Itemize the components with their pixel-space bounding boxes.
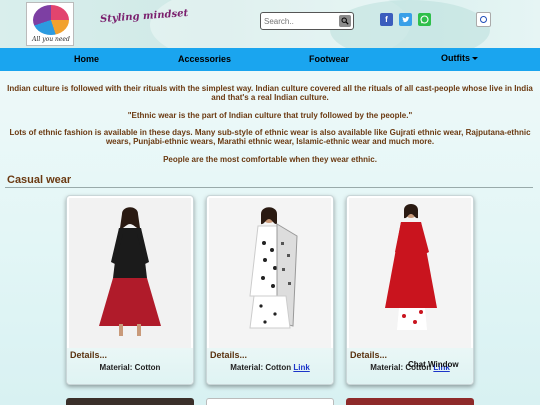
details-link[interactable]: Details...: [210, 350, 247, 360]
product-card[interactable]: Details... Material: Cotton Link: [346, 195, 474, 385]
site-logo[interactable]: All you need: [26, 2, 74, 46]
card-material: Material: Cotton: [67, 363, 193, 372]
product-image[interactable]: [69, 198, 191, 348]
section-title: Casual wear: [7, 174, 72, 186]
nav-outfits-label: Outfits: [441, 53, 470, 63]
chevron-down-icon: [472, 57, 478, 61]
intro-paragraph: People are the most comfortable when the…: [163, 155, 377, 164]
product-link[interactable]: Link: [293, 363, 309, 372]
card-footer: Details... Material: Cotton Link: [207, 348, 333, 384]
product-card[interactable]: Details... Material: Cotton: [66, 195, 194, 385]
intro-paragraph: Lots of ethnic fashion is available in t…: [9, 128, 531, 146]
product-card[interactable]: Details... Material: Cotton Link: [206, 195, 334, 385]
main-content: Indian culture is followed with their ri…: [0, 71, 540, 405]
card-material: Material: Cotton Link: [207, 363, 333, 372]
main-nav: Home Accessories Footwear Outfits: [0, 48, 540, 71]
product-card[interactable]: [66, 398, 194, 405]
material-text: Material: Cotton: [230, 363, 292, 372]
product-card[interactable]: [206, 398, 334, 405]
site-header: All you need Styling mindset f: [0, 0, 540, 48]
facebook-icon[interactable]: f: [380, 13, 393, 26]
intro-paragraph: Indian culture is followed with their ri…: [7, 84, 533, 102]
intro-quote: "Ethnic wear is the part of Indian cultu…: [127, 111, 413, 120]
chat-window-button[interactable]: Chat Window: [408, 360, 459, 369]
nav-footwear[interactable]: Footwear: [309, 54, 349, 64]
search-button[interactable]: [339, 15, 351, 27]
user-icon: [480, 16, 487, 23]
product-image[interactable]: [209, 198, 331, 348]
whatsapp-icon[interactable]: [418, 13, 431, 26]
nav-home[interactable]: Home: [74, 54, 99, 64]
logo-face-icon: [33, 5, 69, 35]
nav-accessories[interactable]: Accessories: [178, 54, 231, 64]
twitter-icon[interactable]: [399, 13, 412, 26]
details-link[interactable]: Details...: [350, 350, 387, 360]
search-icon: [341, 17, 349, 25]
card-footer: Details... Material: Cotton: [67, 348, 193, 384]
search-box: [260, 12, 354, 30]
material-text: Material: Cotton: [99, 363, 161, 372]
product-card[interactable]: [346, 398, 474, 405]
nav-outfits[interactable]: Outfits: [441, 53, 478, 63]
search-input[interactable]: [264, 14, 338, 28]
product-image[interactable]: [349, 198, 471, 348]
section-divider: [5, 187, 533, 188]
user-account-button[interactable]: [476, 12, 491, 27]
details-link[interactable]: Details...: [70, 350, 107, 360]
logo-tagline: All you need: [32, 36, 70, 43]
